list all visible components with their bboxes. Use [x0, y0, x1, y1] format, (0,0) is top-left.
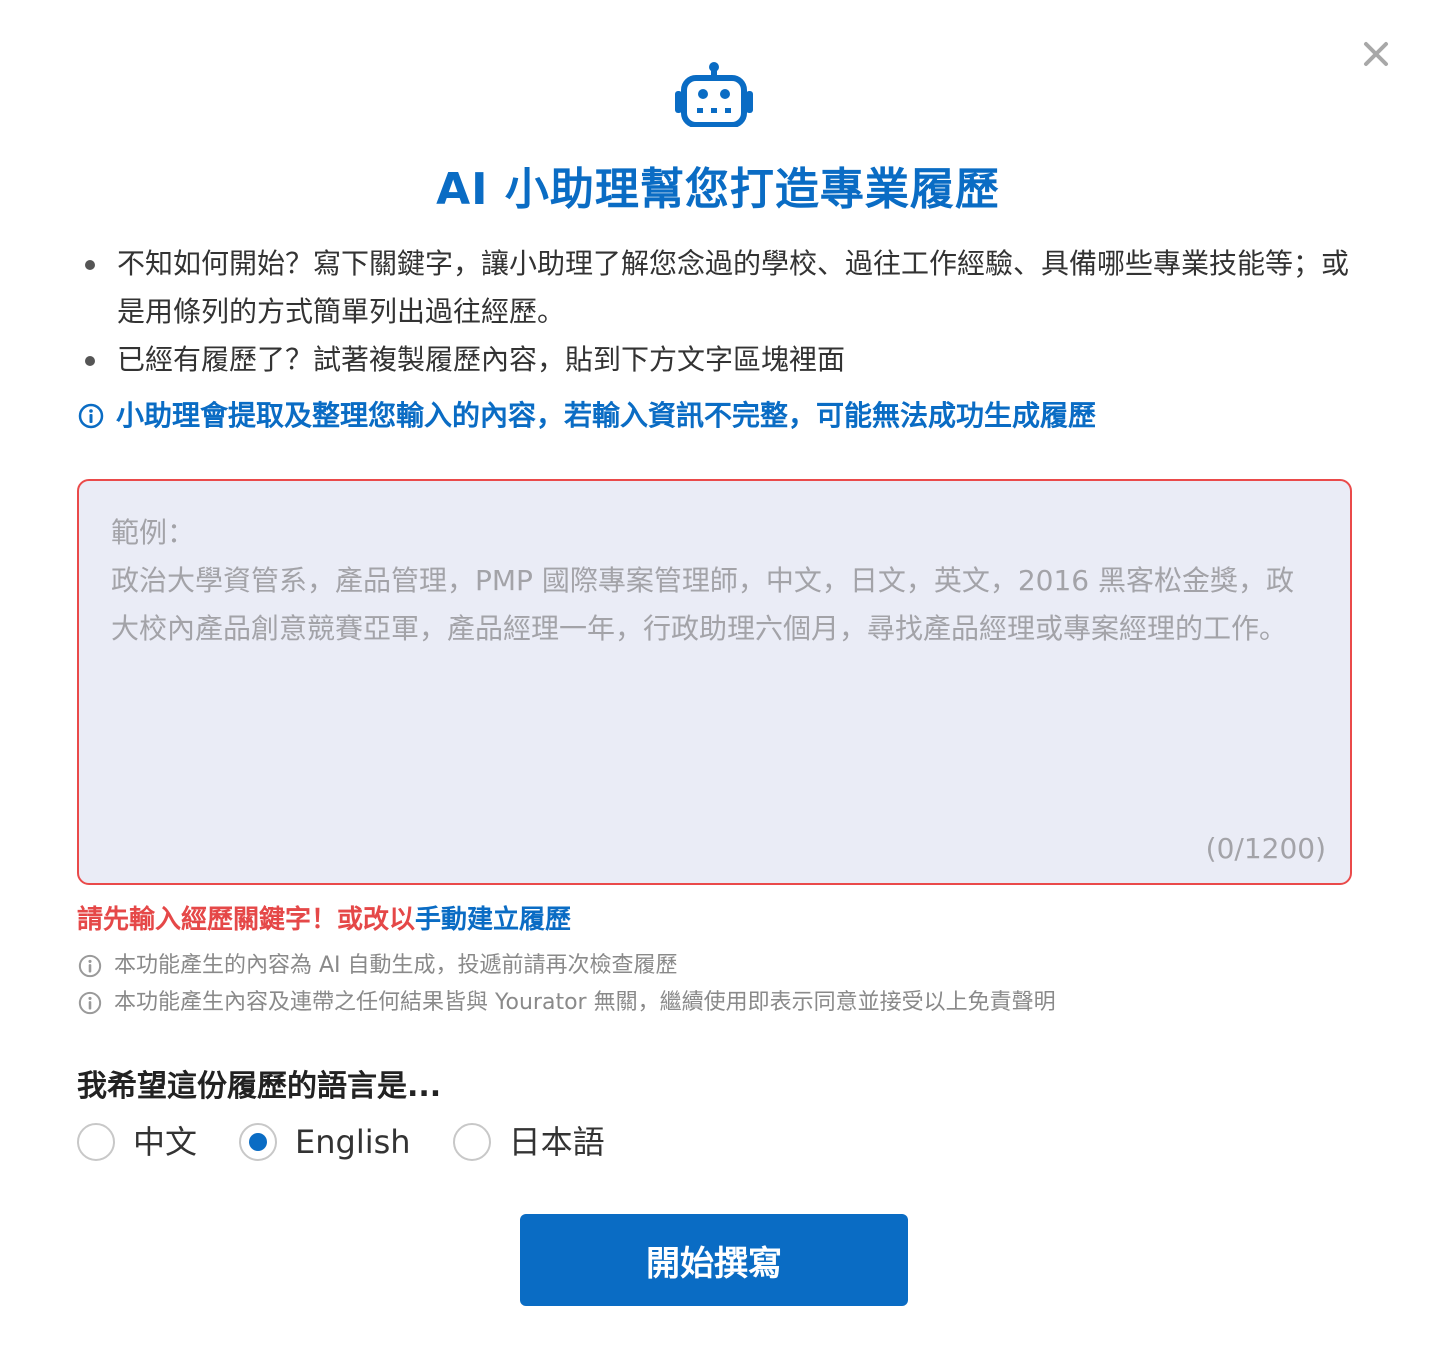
tip-item: 不知如何開始？寫下關鍵字，讓小助理了解您念過的學校、過往工作經驗、具備哪些專業技… [85, 240, 1357, 336]
disclaimer: 本功能產生內容及連帶之任何結果皆與 Yourator 無關，繼續使用即表示同意並… [78, 985, 1056, 1021]
radio-label: 日本語 [508, 1123, 605, 1161]
start-writing-button[interactable]: 開始撰寫 [520, 1214, 908, 1306]
language-label: 我希望這份履歷的語言是... [77, 1069, 442, 1104]
tips-list: 不知如何開始？寫下關鍵字，讓小助理了解您念過的學校、過往工作經驗、具備哪些專業技… [85, 240, 1357, 384]
disclaimer-text: 本功能產生內容及連帶之任何結果皆與 Yourator 無關，繼續使用即表示同意並… [114, 990, 1056, 1015]
disclaimer-text: 本功能產生的內容為 AI 自動生成，投遞前請再次檢查履歷 [114, 953, 678, 978]
manual-create-link[interactable]: 手動建立履歷 [415, 905, 571, 935]
ai-resume-modal: AI 小助理幫您打造專業履歷 不知如何開始？寫下關鍵字，讓小助理了解您念過的學校… [0, 0, 1436, 1366]
radio-english[interactable]: English [239, 1118, 411, 1166]
radio-circle[interactable] [452, 1123, 491, 1161]
language-radio-group: 中文 English 日本語 [77, 1118, 647, 1166]
close-button[interactable] [1355, 36, 1397, 72]
disclaimer: 本功能產生的內容為 AI 自動生成，投遞前請再次檢查履歷 [78, 948, 678, 984]
radio-label: English [295, 1123, 411, 1161]
radio-japanese[interactable]: 日本語 [452, 1118, 605, 1166]
experience-input[interactable] [79, 481, 1350, 883]
modal-title: AI 小助理幫您打造專業履歷 [436, 164, 1000, 215]
robot-icon [675, 62, 753, 127]
char-counter: (0/1200) [1205, 832, 1326, 865]
tip-item: 已經有履歷了？試著複製履歷內容，貼到下方文字區塊裡面 [85, 336, 1357, 384]
info-icon [78, 403, 104, 429]
radio-chinese[interactable]: 中文 [77, 1118, 197, 1166]
error-message: 請先輸入經歷關鍵字！或改以手動建立履歷 [77, 898, 571, 942]
error-text: 請先輸入經歷關鍵字！或改以 [77, 905, 416, 935]
radio-circle[interactable] [77, 1123, 115, 1161]
info-icon [78, 954, 102, 978]
experience-input-wrapper: (0/1200) [77, 479, 1352, 885]
radio-label: 中文 [133, 1123, 198, 1161]
notice-text: 小助理會提取及整理您輸入的內容，若輸入資訊不完整，可能無法成功生成履歷 [116, 399, 1097, 432]
radio-circle-checked[interactable] [239, 1123, 278, 1161]
close-icon [1364, 42, 1388, 66]
notice: 小助理會提取及整理您輸入的內容，若輸入資訊不完整，可能無法成功生成履歷 [78, 392, 1096, 440]
info-icon [78, 991, 102, 1015]
